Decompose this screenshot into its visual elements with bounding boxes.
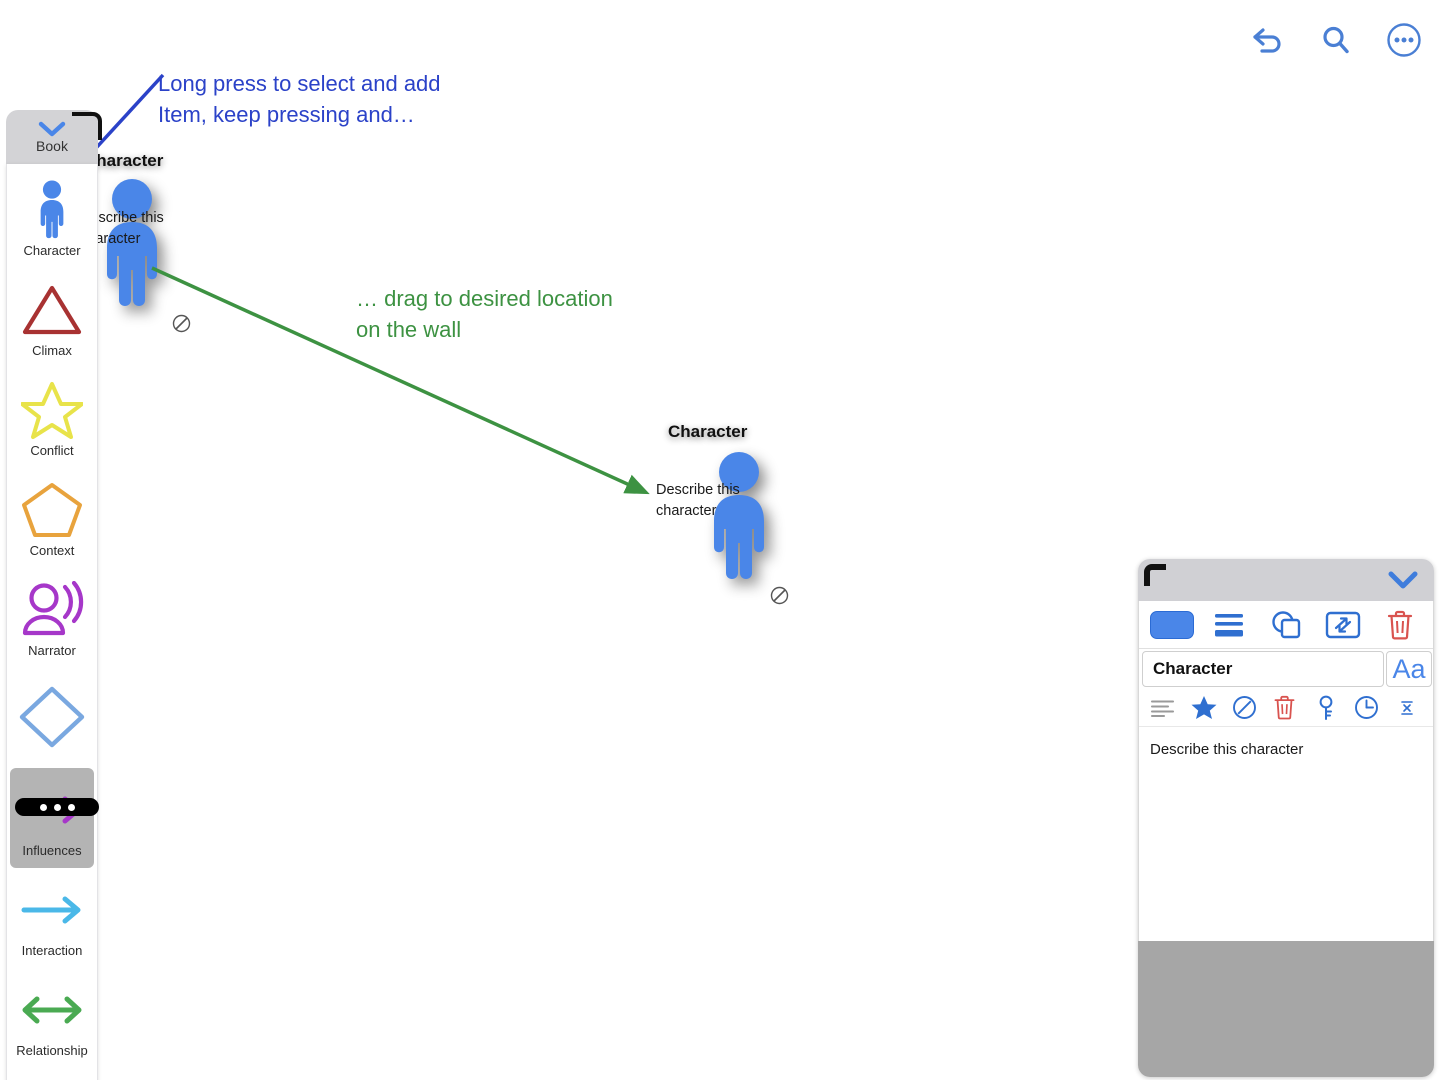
palette-header[interactable]: Book	[6, 110, 102, 164]
palette-item-context[interactable]: Context	[10, 468, 94, 568]
clock-icon[interactable]	[1351, 693, 1381, 723]
palette-item-narrator[interactable]: Narrator	[10, 568, 94, 668]
chevron-down-icon[interactable]	[1386, 570, 1420, 590]
undo-icon[interactable]	[1250, 22, 1286, 58]
font-style-button[interactable]: Aa	[1386, 651, 1432, 687]
palette-item-relationship[interactable]: Relationship	[10, 968, 94, 1068]
palette-item-label: Narrator	[28, 642, 76, 658]
text-align-icon[interactable]	[1148, 693, 1178, 723]
star-icon[interactable]	[1189, 693, 1219, 723]
canvas-item-dropped[interactable]: Character Describe this character	[650, 418, 850, 628]
inspector-panel: Character Aa Describe this character	[1138, 559, 1434, 1077]
palette-item-label: Influences	[22, 842, 82, 858]
color-swatch-icon[interactable]	[1150, 608, 1194, 642]
palette-item-label: Relationship	[16, 1042, 88, 1058]
triangle-icon	[21, 279, 83, 341]
palette-sidebar: Book Character Climax Conflict Context N…	[6, 110, 102, 1080]
more-options-icon[interactable]	[1386, 22, 1422, 58]
name-input[interactable]: Character	[1142, 651, 1384, 687]
annotation-drag-to-location: … drag to desired location on the wall	[356, 286, 613, 342]
palette-item-diamond[interactable]	[10, 668, 94, 768]
diamond-icon	[19, 686, 85, 748]
canvas-item-description: Describe this character	[656, 482, 740, 519]
no-drop-icon	[770, 586, 789, 605]
top-toolbar	[1250, 22, 1422, 58]
palette-item-label: Interaction	[21, 942, 83, 958]
inspector-secondary-toolbar	[1138, 689, 1434, 727]
key-icon[interactable]	[1311, 693, 1341, 723]
annotation-long-press: Long press to select and add Item, keep …	[158, 71, 441, 127]
dot	[39, 803, 47, 811]
palette-item-label: Conflict	[30, 442, 74, 458]
inspector-primary-toolbar	[1138, 601, 1434, 649]
palette-drag-handle[interactable]	[15, 798, 99, 816]
corner-bracket-icon	[72, 112, 102, 140]
search-icon[interactable]	[1318, 22, 1354, 58]
palette-item-climax[interactable]: Climax	[10, 268, 94, 368]
chevron-down-icon[interactable]	[37, 121, 67, 138]
canvas-item-title: Character	[668, 422, 748, 441]
palette-item-label: Context	[29, 542, 75, 558]
pentagon-icon	[21, 479, 83, 541]
resize-icon[interactable]	[1321, 608, 1365, 642]
palette-item-influences[interactable]: Influences	[10, 768, 94, 868]
list-lines-icon[interactable]	[1207, 608, 1251, 642]
palette-item-list: Character Climax Conflict Context Narrat…	[6, 164, 99, 1080]
duplicate-icon[interactable]	[1264, 608, 1308, 642]
panel-divider	[1138, 601, 1139, 941]
narrator-icon	[20, 579, 84, 641]
star-icon	[21, 379, 83, 441]
corner-bracket-icon	[1144, 564, 1166, 586]
trash-icon[interactable]	[1378, 608, 1422, 642]
arrow-both-icon	[20, 979, 84, 1041]
dot	[67, 803, 75, 811]
arrow-right-icon	[20, 879, 84, 941]
trash-icon[interactable]	[1270, 693, 1300, 723]
palette-item-interaction[interactable]: Interaction	[10, 868, 94, 968]
notes-field[interactable]: Describe this character	[1138, 727, 1434, 935]
no-drop-icon	[172, 314, 191, 333]
palette-item-label: Climax	[32, 342, 72, 358]
inspector-footer-area	[1138, 941, 1434, 1077]
circle-slash-icon[interactable]	[1229, 693, 1259, 723]
collapse-small-icon[interactable]	[1392, 693, 1422, 723]
inspector-titlebar	[1138, 559, 1434, 601]
palette-item-label: Character	[23, 242, 81, 258]
panel-divider	[1433, 601, 1434, 941]
palette-item-conflict[interactable]: Conflict	[10, 368, 94, 468]
palette-header-label: Book	[36, 138, 68, 154]
person-icon	[35, 179, 69, 241]
inspector-name-row: Character Aa	[1138, 649, 1434, 689]
app-root: Character Describe this character Charac…	[0, 0, 1440, 1080]
palette-item-character[interactable]: Character	[10, 168, 94, 268]
palette-item-travels[interactable]: Travels	[10, 1068, 94, 1080]
dot	[53, 803, 61, 811]
